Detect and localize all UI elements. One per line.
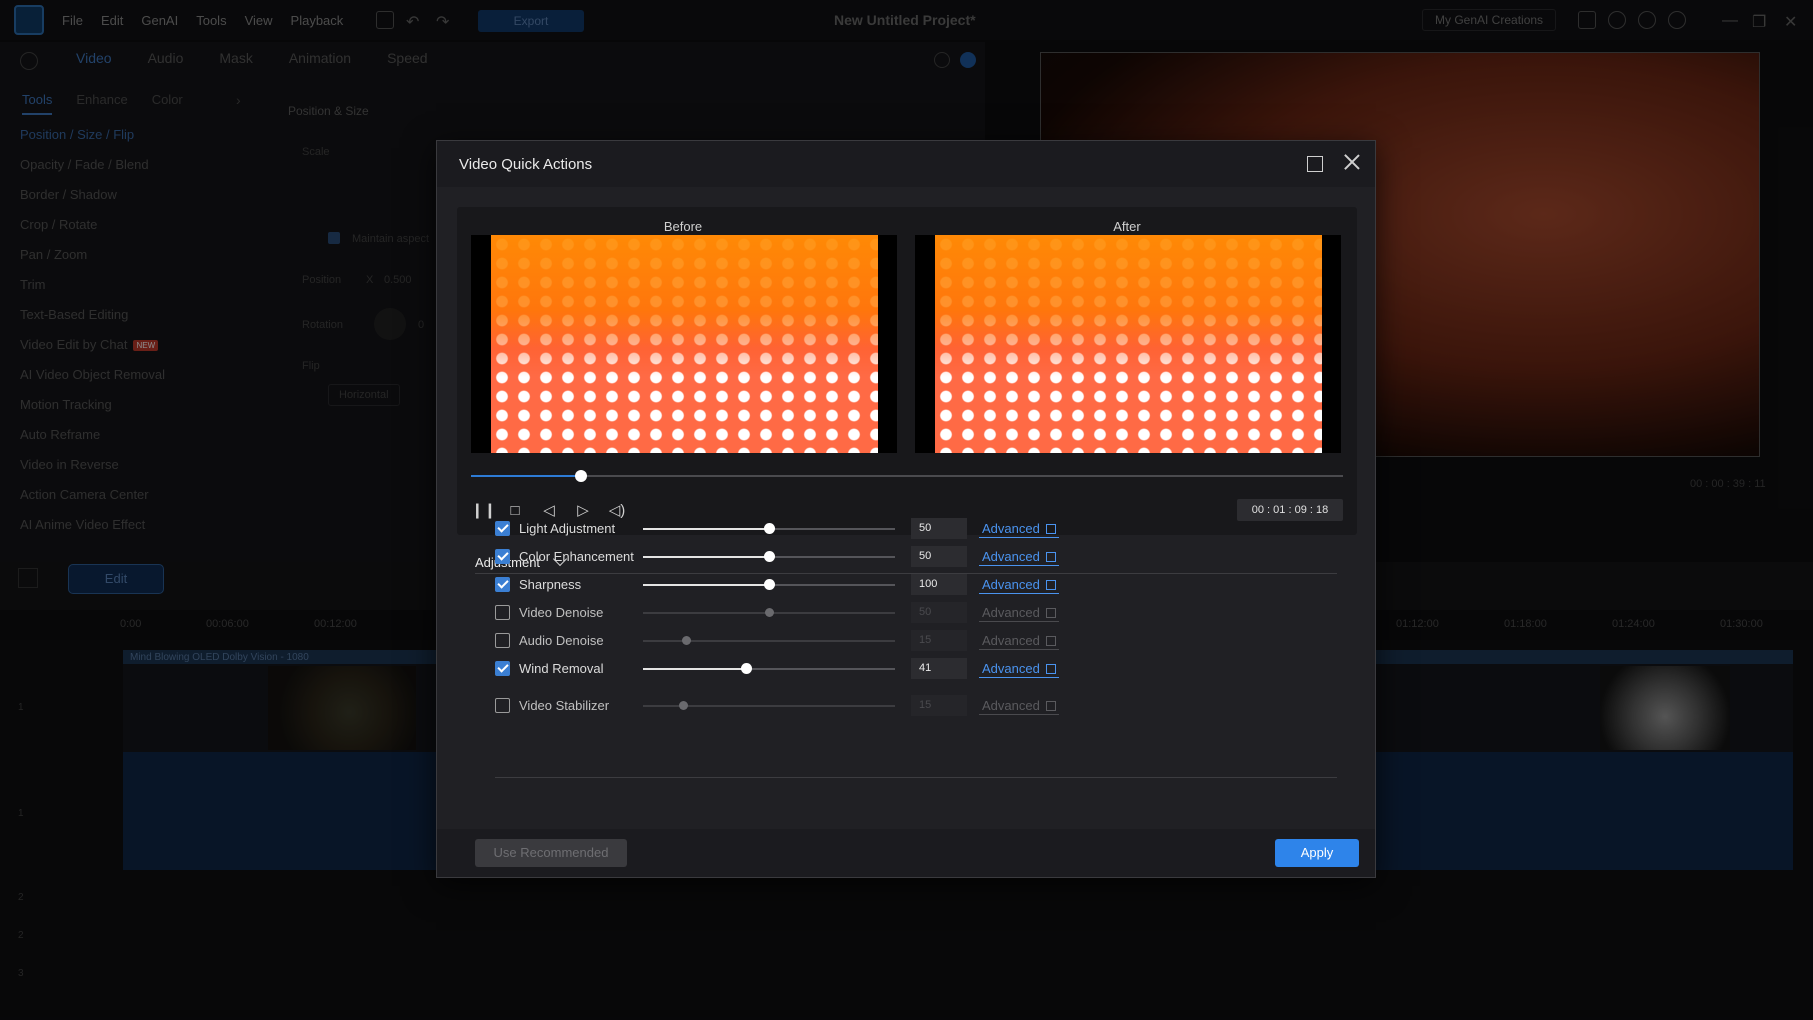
adjustment-value-input[interactable]: 100 xyxy=(911,574,967,595)
adjustment-value-input[interactable]: 15 xyxy=(911,695,967,716)
advanced-label: Advanced xyxy=(982,549,1040,564)
advanced-label: Advanced xyxy=(982,521,1040,536)
advanced-label: Advanced xyxy=(982,661,1040,676)
adjustment-label: Wind Removal xyxy=(519,661,604,676)
adjustment-value-input[interactable]: 50 xyxy=(911,602,967,623)
adjustment-row: Light Adjustment 50 Advanced xyxy=(495,515,1355,541)
adjustment-label: Sharpness xyxy=(519,577,582,592)
adjustment-row: Wind Removal 41 Advanced xyxy=(495,655,1355,681)
adjustment-checkbox[interactable] xyxy=(495,661,510,676)
adjustment-checkbox[interactable] xyxy=(495,698,510,713)
external-link-icon xyxy=(1045,608,1056,618)
adjustment-checkbox[interactable] xyxy=(495,549,510,564)
video-quick-actions-dialog: Video Quick Actions Before After ❙❙ □ ◁ … xyxy=(436,140,1376,878)
adjustment-slider-handle[interactable] xyxy=(679,701,689,710)
after-video-image xyxy=(935,235,1322,453)
advanced-link[interactable]: Advanced xyxy=(979,605,1059,622)
adjustment-row: Color Enhancement 50 Advanced xyxy=(495,543,1355,569)
adjustment-slider-track[interactable] xyxy=(643,640,895,642)
adjustment-slider-fill xyxy=(643,556,769,558)
adjustment-value-input[interactable]: 50 xyxy=(911,518,967,539)
adjustment-slider-handle[interactable] xyxy=(741,663,753,674)
adjustment-slider-handle[interactable] xyxy=(681,636,691,645)
advanced-label: Advanced xyxy=(982,698,1040,713)
pause-icon[interactable]: ❙❙ xyxy=(471,501,496,521)
adjustment-label: Video Stabilizer xyxy=(519,698,610,713)
adjustment-row: Audio Denoise 15 Advanced xyxy=(495,627,1355,653)
adjustment-slider-handle[interactable] xyxy=(764,551,775,562)
advanced-link[interactable]: Advanced xyxy=(979,521,1059,538)
adjustment-label: Color Enhancement xyxy=(519,549,634,564)
adjustment-value-input[interactable]: 41 xyxy=(911,658,967,679)
external-link-icon xyxy=(1045,701,1056,711)
adjustment-checkbox[interactable] xyxy=(495,577,510,592)
scrub-handle[interactable] xyxy=(574,470,587,482)
advanced-link[interactable]: Advanced xyxy=(979,661,1059,678)
advanced-link[interactable]: Advanced xyxy=(979,633,1059,650)
adjustment-value-input[interactable]: 50 xyxy=(911,546,967,567)
advanced-label: Advanced xyxy=(982,633,1040,648)
adjustment-slider-handle[interactable] xyxy=(765,608,774,617)
adjustment-slider-fill xyxy=(643,584,769,586)
adjustment-slider-fill xyxy=(643,668,747,670)
adjustment-slider-handle[interactable] xyxy=(764,579,775,590)
advanced-link[interactable]: Advanced xyxy=(979,549,1059,566)
app-window: File Edit GenAI Tools View Playback ↶ ↷ … xyxy=(0,0,1813,1020)
before-label: Before xyxy=(663,219,703,234)
apply-button[interactable]: Apply xyxy=(1275,839,1359,867)
adjustment-label: Video Denoise xyxy=(519,605,604,620)
adjustment-row: Sharpness 100 Advanced xyxy=(495,571,1355,597)
adjustment-checkbox[interactable] xyxy=(495,633,510,648)
advanced-link[interactable]: Advanced xyxy=(979,698,1059,715)
maximize-icon[interactable] xyxy=(1307,156,1323,172)
scrub-progress xyxy=(471,475,581,477)
external-link-icon xyxy=(1045,580,1056,590)
advanced-label: Advanced xyxy=(982,577,1040,592)
adjustment-checkbox[interactable] xyxy=(495,605,510,620)
adjustment-row: Video Denoise 50 Advanced xyxy=(495,599,1355,625)
before-frame xyxy=(471,235,897,453)
adjustment-checkbox[interactable] xyxy=(495,521,510,536)
adjustment-row: Video Stabilizer 15 Advanced xyxy=(495,692,1355,718)
advanced-link[interactable]: Advanced xyxy=(979,577,1059,594)
scrub-track[interactable] xyxy=(471,475,1343,477)
adjustment-slider-handle[interactable] xyxy=(764,523,775,534)
dialog-title: Video Quick Actions xyxy=(459,156,593,173)
adjustment-slider-fill xyxy=(643,528,769,530)
external-link-icon xyxy=(1045,664,1056,674)
after-frame xyxy=(915,235,1341,453)
external-link-icon xyxy=(1045,636,1056,646)
adjustment-value-input[interactable]: 15 xyxy=(911,630,967,651)
external-link-icon xyxy=(1045,524,1056,534)
before-video-image xyxy=(491,235,878,453)
external-link-icon xyxy=(1045,552,1056,562)
adjustment-label: Audio Denoise xyxy=(519,633,604,648)
after-label: After xyxy=(1113,219,1141,234)
use-recommended-button[interactable]: Use Recommended xyxy=(475,839,627,867)
close-icon[interactable] xyxy=(1341,151,1363,173)
adjustment-label: Light Adjustment xyxy=(519,521,616,536)
advanced-label: Advanced xyxy=(982,605,1040,620)
divider xyxy=(495,777,1337,778)
before-after-compare: Before After xyxy=(457,207,1357,535)
